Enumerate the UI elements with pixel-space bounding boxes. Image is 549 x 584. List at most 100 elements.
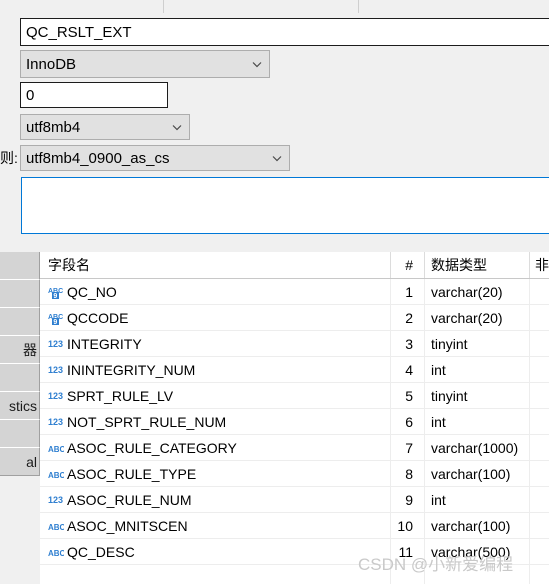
table-name-input[interactable]: QC_RSLT_EXT	[20, 18, 549, 46]
auto-increment-value: 0	[26, 86, 35, 104]
cell-field-name[interactable]: ABC ASOC_RULE_TYPE	[48, 461, 388, 486]
cell-field-name[interactable]: ABC QC_DESC	[48, 539, 388, 564]
sidebar-item[interactable]	[0, 364, 40, 392]
cell-data-type[interactable]: varchar(100)	[424, 513, 524, 538]
table-row[interactable]: ABC 9 QC_NO 1 varchar(20)	[40, 279, 549, 305]
cell-field-name[interactable]: 123 INTEGRITY	[48, 331, 388, 356]
sidebar-item[interactable]	[0, 280, 40, 308]
123-icon: 123	[48, 415, 64, 429]
table-row[interactable]: ABC ASOC_RULE_CATEGORY 7 varchar(1000)	[40, 435, 549, 461]
table-row[interactable]: ABC QC_DESC 11 varchar(500)	[40, 539, 549, 565]
field-name-text: QC_NO	[67, 283, 117, 300]
cell-not-null[interactable]	[529, 461, 549, 486]
cell-not-null[interactable]	[529, 383, 549, 408]
svg-text:ABC: ABC	[48, 445, 64, 454]
cell-data-type[interactable]: int	[424, 409, 524, 434]
field-name-text: NOT_SPRT_RULE_NUM	[67, 413, 227, 430]
cell-not-null[interactable]	[529, 513, 549, 538]
collation-select[interactable]: utf8mb4_0900_as_cs	[20, 145, 290, 171]
table-row[interactable]: 123 NOT_SPRT_RULE_NUM 6 int	[40, 409, 549, 435]
field-name-text: ASOC_RULE_TYPE	[67, 465, 197, 482]
table-row[interactable]: ABC ASOC_RULE_TYPE 8 varchar(100)	[40, 461, 549, 487]
cell-data-type[interactable]: varchar(100)	[424, 461, 524, 486]
cell-not-null[interactable]	[529, 279, 549, 304]
cell-field-name[interactable]: 123 ASOC_RULE_NUM	[48, 487, 388, 512]
sidebar-item-label: 器	[23, 341, 37, 358]
cell-field-name[interactable]: ABC 9 QCCODE	[48, 305, 388, 330]
tab-divider	[358, 0, 359, 13]
field-name-text: ININTEGRITY_NUM	[67, 361, 196, 378]
cell-field-name[interactable]: 123 ININTEGRITY_NUM	[48, 357, 388, 382]
svg-text:9: 9	[53, 319, 57, 325]
sidebar-item[interactable]	[0, 420, 40, 448]
cell-data-type[interactable]: varchar(20)	[424, 305, 524, 330]
sidebar-item[interactable]: al	[0, 448, 40, 476]
sidebar-item[interactable]: 器	[0, 336, 40, 364]
cell-not-null[interactable]	[529, 435, 549, 460]
field-name-text: INTEGRITY	[67, 335, 142, 352]
123-icon: 123	[48, 363, 64, 377]
svg-text:123: 123	[48, 417, 63, 427]
svg-text:ABC: ABC	[48, 471, 64, 480]
table-row[interactable]: ABC 9 QCCODE 2 varchar(20)	[40, 305, 549, 331]
field-name-text: ASOC_RULE_NUM	[67, 491, 192, 508]
sidebar-item[interactable]	[0, 252, 40, 280]
field-name-text: SPRT_RULE_LV	[67, 387, 174, 404]
table-row-empty[interactable]	[40, 565, 549, 584]
table-row[interactable]: 123 SPRT_RULE_LV 5 tinyint	[40, 383, 549, 409]
sidebar-list: 器 stics al	[0, 252, 40, 536]
column-header-notnull[interactable]: 非	[529, 252, 549, 278]
cell-empty	[390, 565, 418, 584]
field-name-text: ASOC_RULE_CATEGORY	[67, 439, 237, 456]
abc-icon: ABC	[48, 545, 64, 559]
column-header-number[interactable]: #	[390, 252, 418, 278]
svg-text:ABC: ABC	[48, 523, 64, 532]
charset-value: utf8mb4	[26, 118, 81, 136]
cell-field-number: 1	[390, 279, 418, 304]
sidebar-item-label: al	[26, 453, 37, 470]
cell-field-number: 5	[390, 383, 418, 408]
field-name-text: QCCODE	[67, 309, 129, 326]
cell-data-type[interactable]: tinyint	[424, 383, 524, 408]
auto-increment-input[interactable]: 0	[20, 82, 168, 108]
column-header-datatype[interactable]: 数据类型	[424, 252, 524, 278]
field-name-text: QC_DESC	[67, 543, 135, 560]
column-header-name[interactable]: 字段名	[48, 252, 388, 278]
cell-data-type[interactable]: varchar(1000)	[424, 435, 524, 460]
cell-empty	[424, 565, 524, 584]
table-properties-panel: QC_RSLT_EXT InnoDB 0 utf8mb4 则: utf8mb4_…	[0, 14, 549, 252]
cell-data-type[interactable]: int	[424, 357, 524, 382]
cell-not-null[interactable]	[529, 305, 549, 330]
sidebar-item[interactable]: stics	[0, 392, 40, 420]
cell-data-type[interactable]: varchar(500)	[424, 539, 524, 564]
sidebar-filler	[0, 476, 40, 536]
cell-data-type[interactable]: int	[424, 487, 524, 512]
table-row[interactable]: 123 ASOC_RULE_NUM 9 int	[40, 487, 549, 513]
cell-not-null[interactable]	[529, 357, 549, 382]
cell-not-null[interactable]	[529, 539, 549, 564]
cell-not-null[interactable]	[529, 487, 549, 512]
sidebar-item[interactable]	[0, 308, 40, 336]
cell-field-name[interactable]: 123 NOT_SPRT_RULE_NUM	[48, 409, 388, 434]
123-icon: 123	[48, 493, 64, 507]
cell-field-name[interactable]: 123 SPRT_RULE_LV	[48, 383, 388, 408]
charset-select[interactable]: utf8mb4	[20, 114, 190, 140]
chevron-down-icon	[270, 151, 284, 165]
cell-data-type[interactable]: tinyint	[424, 331, 524, 356]
cell-not-null[interactable]	[529, 331, 549, 356]
cell-field-name[interactable]: ABC 9 QC_NO	[48, 279, 388, 304]
table-row[interactable]: ABC ASOC_MNITSCEN 10 varchar(100)	[40, 513, 549, 539]
table-row[interactable]: 123 ININTEGRITY_NUM 4 int	[40, 357, 549, 383]
fields-grid: 字段名 # 数据类型 非 ABC 9 QC_NO 1 varchar(20) ABC 9 QC…	[40, 252, 549, 584]
cell-field-number: 3	[390, 331, 418, 356]
cell-field-name[interactable]: ABC ASOC_MNITSCEN	[48, 513, 388, 538]
comment-textarea[interactable]	[21, 177, 549, 234]
cell-field-number: 4	[390, 357, 418, 382]
cell-data-type[interactable]: varchar(20)	[424, 279, 524, 304]
cell-not-null[interactable]	[529, 409, 549, 434]
table-row[interactable]: 123 INTEGRITY 3 tinyint	[40, 331, 549, 357]
cell-field-name[interactable]: ABC ASOC_RULE_CATEGORY	[48, 435, 388, 460]
engine-select[interactable]: InnoDB	[20, 50, 270, 78]
svg-text:123: 123	[48, 365, 63, 375]
collation-value: utf8mb4_0900_as_cs	[26, 149, 170, 167]
